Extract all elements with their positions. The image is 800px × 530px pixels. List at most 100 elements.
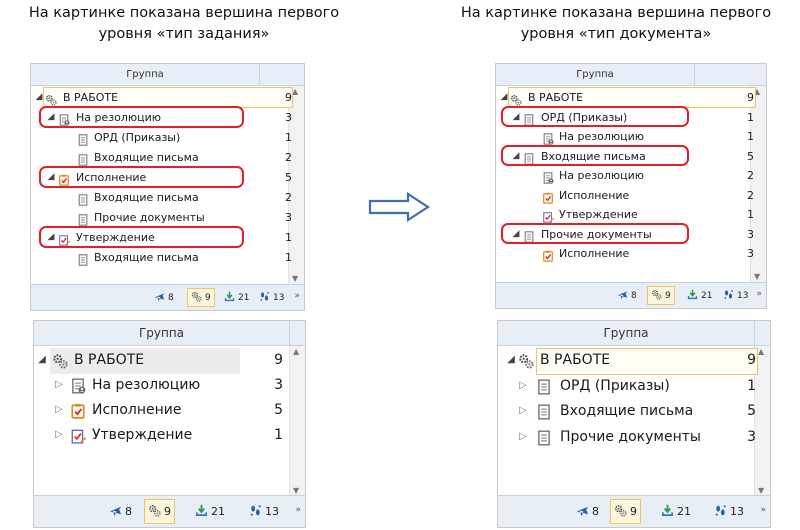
- expand-toggle-icon[interactable]: ▷: [518, 405, 528, 416]
- root-node-count: 9: [274, 352, 283, 368]
- tree-node-count: 2: [747, 188, 754, 202]
- root-node-label[interactable]: В РАБОТЕ: [74, 352, 144, 368]
- root-node-label[interactable]: В РАБОТЕ: [540, 352, 610, 368]
- tree-panel-doc-type: Группа ▲ ▼ ◢ В РАБОТЕ 9 ◢ ОРД (Приказы) 1 На резо…: [495, 63, 767, 309]
- highlight-outline: [501, 222, 689, 244]
- right-arrow-icon: [368, 192, 430, 222]
- steps-icon: [723, 289, 734, 303]
- root-node-label[interactable]: В РАБОТЕ: [528, 91, 583, 104]
- in-work-filter-button[interactable]: 9: [647, 286, 675, 305]
- caption-left-line1: На картинке показана вершина первого: [28, 5, 340, 21]
- tree-node-count: 5: [747, 149, 754, 163]
- group-footer-toolbar: 8 9 21 13 »: [498, 495, 770, 527]
- plane-filter-button[interactable]: 8: [151, 288, 177, 307]
- expand-toggle-icon[interactable]: ▷: [54, 404, 64, 415]
- in-work-filter-button[interactable]: 9: [187, 288, 215, 307]
- root-node-count: 9: [747, 352, 756, 368]
- more-chevron-icon[interactable]: »: [756, 289, 762, 299]
- tree-node-label[interactable]: Прочие документы: [560, 429, 701, 445]
- steps-filter-button[interactable]: 13: [246, 499, 282, 524]
- expand-toggle-icon[interactable]: ◢: [499, 92, 509, 102]
- steps-filter-button[interactable]: 13: [720, 286, 751, 305]
- filter-count: 8: [168, 292, 174, 303]
- tree-node-label[interactable]: ОРД (Приказы): [94, 131, 180, 144]
- group-footer-toolbar: 8 9 21 13 »: [31, 284, 304, 310]
- column-header-group[interactable]: Группа: [34, 321, 289, 346]
- caption-right-line2: уровня «тип документа»: [520, 26, 712, 42]
- highlight-outline: [501, 105, 689, 127]
- filter-count: 8: [592, 505, 599, 518]
- highlight-outline: [39, 226, 244, 248]
- scroll-down-arrow-icon[interactable]: ▼: [758, 486, 764, 495]
- plane-filter-button[interactable]: 8: [106, 499, 135, 524]
- expand-toggle-icon[interactable]: ◢: [37, 354, 47, 365]
- scroll-down-arrow-icon[interactable]: ▼: [754, 272, 760, 281]
- scroll-down-arrow-icon[interactable]: ▼: [292, 274, 298, 283]
- download-icon: [687, 289, 698, 303]
- column-header-group[interactable]: Группа: [498, 321, 754, 346]
- more-chevron-icon[interactable]: »: [295, 505, 301, 515]
- scroll-down-arrow-icon[interactable]: ▼: [293, 486, 299, 495]
- tree-node-label[interactable]: Исполнение: [559, 189, 629, 202]
- tree-node-label[interactable]: Входящие письма: [94, 151, 199, 164]
- expand-toggle-icon[interactable]: ◢: [34, 92, 44, 102]
- expand-toggle-icon[interactable]: ▷: [54, 379, 64, 390]
- plane-icon: [109, 504, 122, 520]
- tree-node-label[interactable]: Входящие письма: [560, 403, 693, 419]
- highlight-outline: [501, 144, 689, 166]
- tree-panel-task-type-collapsed: Группа ▲ ▼ ◢ В РАБОТЕ 9 ▷ На резолюцию 3 ▷ Исполне…: [33, 320, 306, 528]
- tree-panel-doc-type-collapsed: Группа ▲ ▼ ◢ В РАБОТЕ 9 ▷ ОРД (Приказы) 1 ▷ Входящ…: [497, 320, 771, 528]
- tree-node-label[interactable]: Входящие письма: [94, 191, 199, 204]
- caption-left-line2: уровня «тип задания»: [98, 26, 270, 42]
- tree-node-label[interactable]: Исполнение: [559, 247, 629, 260]
- incoming-filter-button[interactable]: 21: [221, 288, 252, 307]
- in-work-filter-button[interactable]: 9: [144, 499, 175, 524]
- tree-node-label[interactable]: Прочие документы: [94, 211, 205, 224]
- tree-node-label[interactable]: Исполнение: [92, 402, 181, 418]
- incoming-filter-button[interactable]: 21: [658, 499, 694, 524]
- expand-toggle-icon[interactable]: ▷: [54, 429, 64, 440]
- plane-icon: [154, 291, 165, 305]
- column-header-group[interactable]: Группа: [31, 64, 259, 86]
- group-footer-toolbar: 8 9 21 13 »: [496, 282, 766, 308]
- resolution-icon: [70, 378, 86, 398]
- expand-toggle-icon[interactable]: ▷: [518, 431, 528, 442]
- column-header-spacer: [289, 321, 305, 346]
- tree-node-label[interactable]: На резолюцию: [559, 169, 644, 182]
- tree-node-label[interactable]: Утверждение: [559, 208, 638, 221]
- expand-toggle-icon[interactable]: ▷: [518, 380, 528, 391]
- column-header-spacer: [694, 64, 766, 86]
- plane-filter-button[interactable]: 8: [573, 499, 602, 524]
- filter-count: 9: [164, 505, 171, 518]
- column-header-group[interactable]: Группа: [496, 64, 694, 86]
- more-chevron-icon[interactable]: »: [760, 505, 766, 515]
- tree-node-count: 1: [285, 251, 292, 264]
- scroll-up-arrow-icon[interactable]: ▲: [293, 347, 299, 356]
- download-icon: [224, 291, 235, 305]
- root-node-label[interactable]: В РАБОТЕ: [63, 91, 118, 104]
- in-work-filter-button[interactable]: 9: [610, 499, 641, 524]
- tree-node-label[interactable]: Утверждение: [92, 427, 192, 443]
- tree-node-label[interactable]: ОРД (Приказы): [560, 378, 670, 394]
- scroll-up-arrow-icon[interactable]: ▲: [758, 347, 764, 356]
- download-icon: [661, 504, 674, 520]
- steps-filter-button[interactable]: 13: [256, 288, 287, 307]
- gears-icon: [614, 504, 627, 520]
- root-node-count: 9: [285, 91, 292, 104]
- plane-filter-button[interactable]: 8: [614, 286, 640, 305]
- tree-node-label[interactable]: Входящие письма: [94, 251, 199, 264]
- caption-right-line1: На картинке показана вершина первого: [460, 5, 772, 21]
- incoming-filter-button[interactable]: 21: [684, 286, 715, 305]
- vertical-scrollbar[interactable]: ▲ ▼: [289, 346, 305, 496]
- steps-filter-button[interactable]: 13: [711, 499, 747, 524]
- filter-count: 21: [677, 505, 691, 518]
- tree-node-label[interactable]: На резолюцию: [92, 377, 200, 393]
- tree-node-count: 2: [285, 191, 292, 204]
- tree-node-label[interactable]: На резолюцию: [559, 130, 644, 143]
- expand-toggle-icon[interactable]: ◢: [506, 354, 516, 365]
- more-chevron-icon[interactable]: »: [294, 291, 300, 301]
- incoming-filter-button[interactable]: 21: [192, 499, 228, 524]
- document-icon: [77, 131, 89, 150]
- filter-count: 13: [273, 292, 285, 303]
- download-icon: [195, 504, 208, 520]
